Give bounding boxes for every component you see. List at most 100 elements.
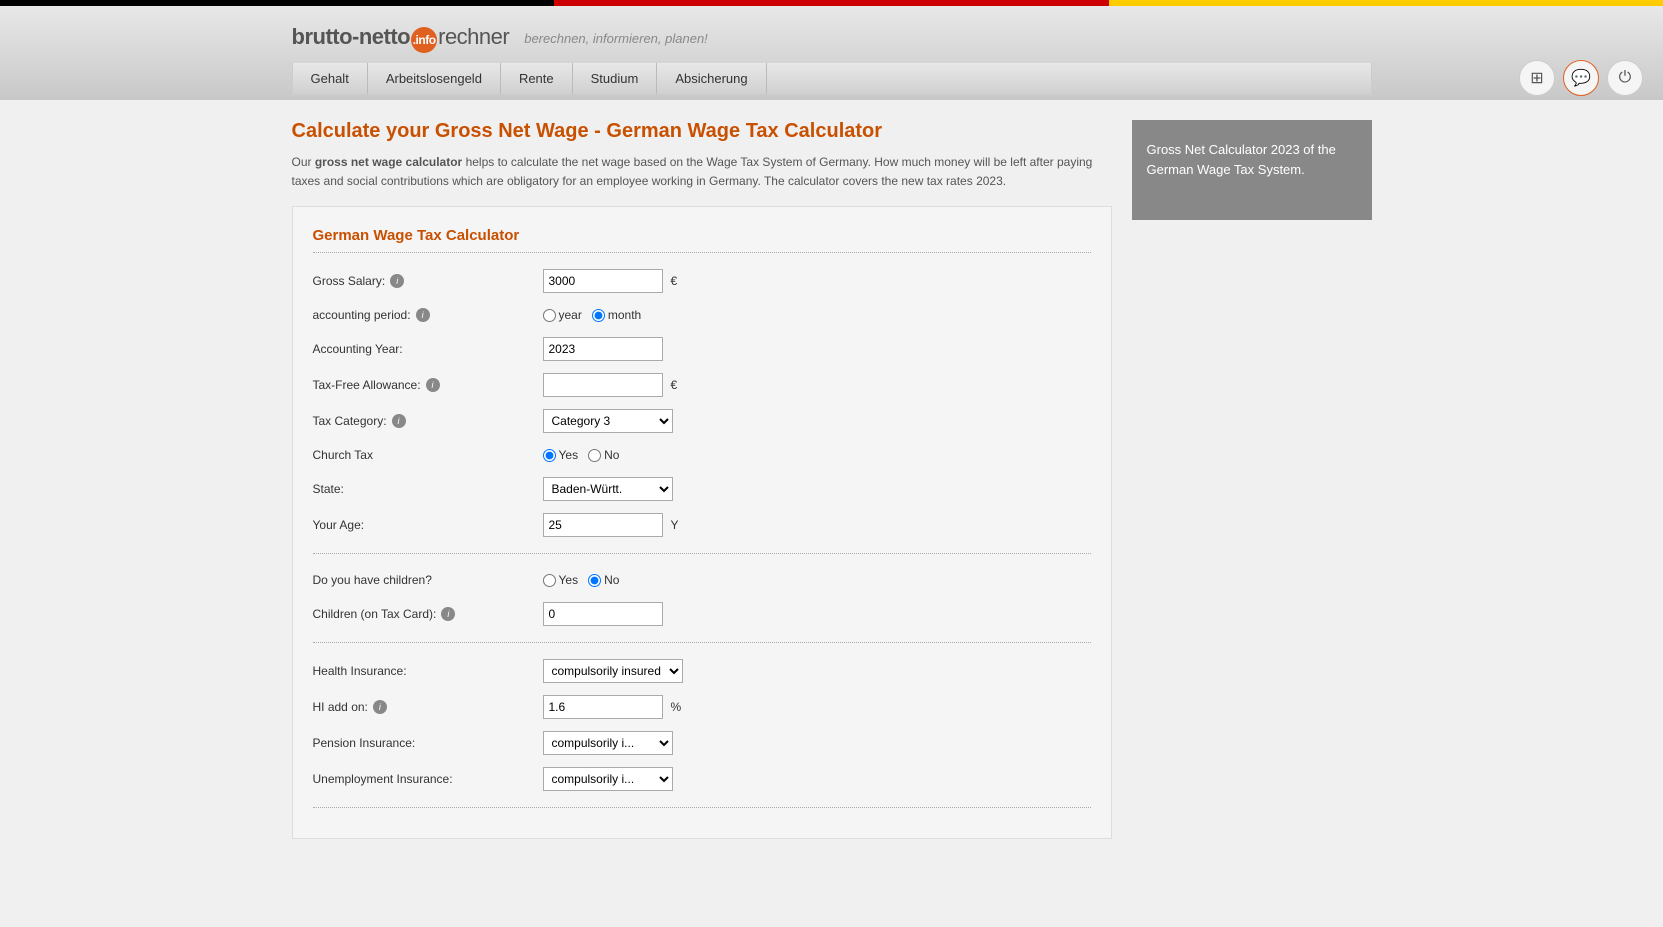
children-no-option[interactable]: No — [588, 573, 619, 587]
health-insurance-row: Health Insurance: compulsorily insured p… — [313, 653, 1091, 689]
pension-insurance-label: Pension Insurance: — [313, 736, 543, 750]
church-tax-no-radio[interactable] — [588, 449, 601, 462]
accounting-year-label: Accounting Year: — [313, 342, 543, 356]
gross-salary-input[interactable] — [543, 269, 663, 293]
tax-free-allowance-info-icon[interactable]: i — [426, 378, 440, 392]
sidebar-box: Gross Net Calculator 2023 of the German … — [1132, 120, 1372, 220]
church-tax-yes-label: Yes — [559, 448, 579, 462]
grid-button[interactable]: ⊞ — [1519, 60, 1555, 96]
calc-title: German Wage Tax Calculator — [313, 227, 1091, 253]
children-yes-label: Yes — [559, 573, 579, 587]
nav-link-arbeitslosengeld[interactable]: Arbeitslosengeld — [368, 63, 501, 94]
accounting-year-row: Accounting Year: — [313, 331, 1091, 367]
church-tax-no-label: No — [604, 448, 619, 462]
site-logo[interactable]: brutto-netto.inforechner — [292, 24, 510, 53]
accounting-period-label: accounting period: i — [313, 308, 543, 322]
nav-item-absicherung: Absicherung — [657, 63, 766, 94]
nav-link-absicherung[interactable]: Absicherung — [657, 63, 766, 94]
age-input[interactable] — [543, 513, 663, 537]
church-tax-label: Church Tax — [313, 448, 543, 462]
state-select[interactable]: Baden-Württ. Bayern Berlin — [543, 477, 673, 501]
gross-salary-label: Gross Salary: i — [313, 274, 543, 288]
pension-insurance-select[interactable]: compulsorily i... privately i... — [543, 731, 673, 755]
accounting-period-info-icon[interactable]: i — [416, 308, 430, 322]
period-year-option[interactable]: year — [543, 308, 582, 322]
state-control: Baden-Württ. Bayern Berlin — [543, 477, 673, 501]
hi-add-on-info-icon[interactable]: i — [373, 700, 387, 714]
form-section-main: Gross Salary: i € accounting period: i — [313, 263, 1091, 554]
period-month-radio[interactable] — [592, 309, 605, 322]
period-month-label: month — [608, 308, 641, 322]
pension-insurance-row: Pension Insurance: compulsorily i... pri… — [313, 725, 1091, 761]
church-tax-no-option[interactable]: No — [588, 448, 619, 462]
chat-icon: 💬 — [1571, 68, 1591, 88]
logo-rechner: rechner — [438, 24, 509, 49]
flag-black — [0, 0, 554, 6]
unemployment-insurance-label: Unemployment Insurance: — [313, 772, 543, 786]
header-inner: brutto-netto.inforechner berechnen, info… — [282, 6, 1382, 63]
church-tax-row: Church Tax Yes No — [313, 439, 1091, 471]
children-tax-card-input[interactable] — [543, 602, 663, 626]
gross-salary-control: € — [543, 269, 678, 293]
children-tax-card-row: Children (on Tax Card): i — [313, 596, 1091, 632]
children-row: Do you have children? Yes No — [313, 564, 1091, 596]
sidebar: Gross Net Calculator 2023 of the German … — [1132, 120, 1372, 839]
nav-link-rente[interactable]: Rente — [501, 63, 573, 94]
period-year-radio[interactable] — [543, 309, 556, 322]
nav-link-studium[interactable]: Studium — [573, 63, 658, 94]
state-label: State: — [313, 482, 543, 496]
children-yes-option[interactable]: Yes — [543, 573, 579, 587]
children-control: Yes No — [543, 573, 620, 587]
children-label: Do you have children? — [313, 573, 543, 587]
header-section: brutto-netto.inforechner berechnen, info… — [0, 6, 1663, 100]
church-tax-yes-radio[interactable] — [543, 449, 556, 462]
unemployment-insurance-select[interactable]: compulsorily i... voluntarily i... — [543, 767, 673, 791]
logo-brutto: brutto-netto — [292, 24, 411, 49]
hi-add-on-label: HI add on: i — [313, 700, 543, 714]
tax-free-allowance-input[interactable] — [543, 373, 663, 397]
tax-free-allowance-row: Tax-Free Allowance: i € — [313, 367, 1091, 403]
tax-category-select[interactable]: Category 1 Category 2 Category 3 Categor… — [543, 409, 673, 433]
hi-add-on-unit: % — [671, 700, 682, 714]
children-tax-card-info-icon[interactable]: i — [441, 607, 455, 621]
gross-salary-unit: € — [671, 274, 678, 288]
power-button[interactable]: ⏻ — [1607, 60, 1643, 96]
calculator-box: German Wage Tax Calculator Gross Salary:… — [292, 206, 1112, 839]
gross-salary-info-icon[interactable]: i — [390, 274, 404, 288]
chat-button[interactable]: 💬 — [1563, 60, 1599, 96]
health-insurance-select[interactable]: compulsorily insured privately insured n… — [543, 659, 683, 683]
children-tax-card-control — [543, 602, 663, 626]
tax-category-info-icon[interactable]: i — [392, 414, 406, 428]
hi-add-on-control: % — [543, 695, 682, 719]
period-year-label: year — [559, 308, 582, 322]
health-insurance-control: compulsorily insured privately insured n… — [543, 659, 683, 683]
period-month-option[interactable]: month — [592, 308, 641, 322]
page-wrapper: Calculate your Gross Net Wage - German W… — [282, 100, 1382, 859]
nav-item-studium: Studium — [573, 63, 658, 94]
age-label: Your Age: — [313, 518, 543, 532]
nav-link-gehalt[interactable]: Gehalt — [293, 63, 368, 94]
children-no-label: No — [604, 573, 619, 587]
pension-insurance-control: compulsorily i... privately i... — [543, 731, 673, 755]
main-content: Calculate your Gross Net Wage - German W… — [292, 120, 1112, 839]
power-icon: ⏻ — [1619, 69, 1632, 87]
sidebar-text: Gross Net Calculator 2023 of the German … — [1147, 140, 1357, 179]
tax-category-row: Tax Category: i Category 1 Category 2 Ca… — [313, 403, 1091, 439]
health-insurance-label: Health Insurance: — [313, 664, 543, 678]
accounting-year-input[interactable] — [543, 337, 663, 361]
gross-salary-row: Gross Salary: i € — [313, 263, 1091, 299]
flag-gold — [1109, 0, 1663, 6]
unemployment-insurance-row: Unemployment Insurance: compulsorily i..… — [313, 761, 1091, 797]
children-yes-radio[interactable] — [543, 574, 556, 587]
nav-list: Gehalt Arbeitslosengeld Rente Studium Ab… — [293, 63, 1371, 94]
church-tax-control: Yes No — [543, 448, 620, 462]
main-nav: Gehalt Arbeitslosengeld Rente Studium Ab… — [292, 63, 1372, 95]
accounting-period-row: accounting period: i year month — [313, 299, 1091, 331]
page-description: Our gross net wage calculator helps to c… — [292, 153, 1112, 191]
church-tax-yes-option[interactable]: Yes — [543, 448, 579, 462]
site-tagline: berechnen, informieren, planen! — [524, 31, 708, 46]
nav-item-gehalt: Gehalt — [293, 63, 368, 94]
toolbar: ⊞ 💬 ⏻ — [1519, 60, 1643, 96]
hi-add-on-input[interactable] — [543, 695, 663, 719]
children-no-radio[interactable] — [588, 574, 601, 587]
